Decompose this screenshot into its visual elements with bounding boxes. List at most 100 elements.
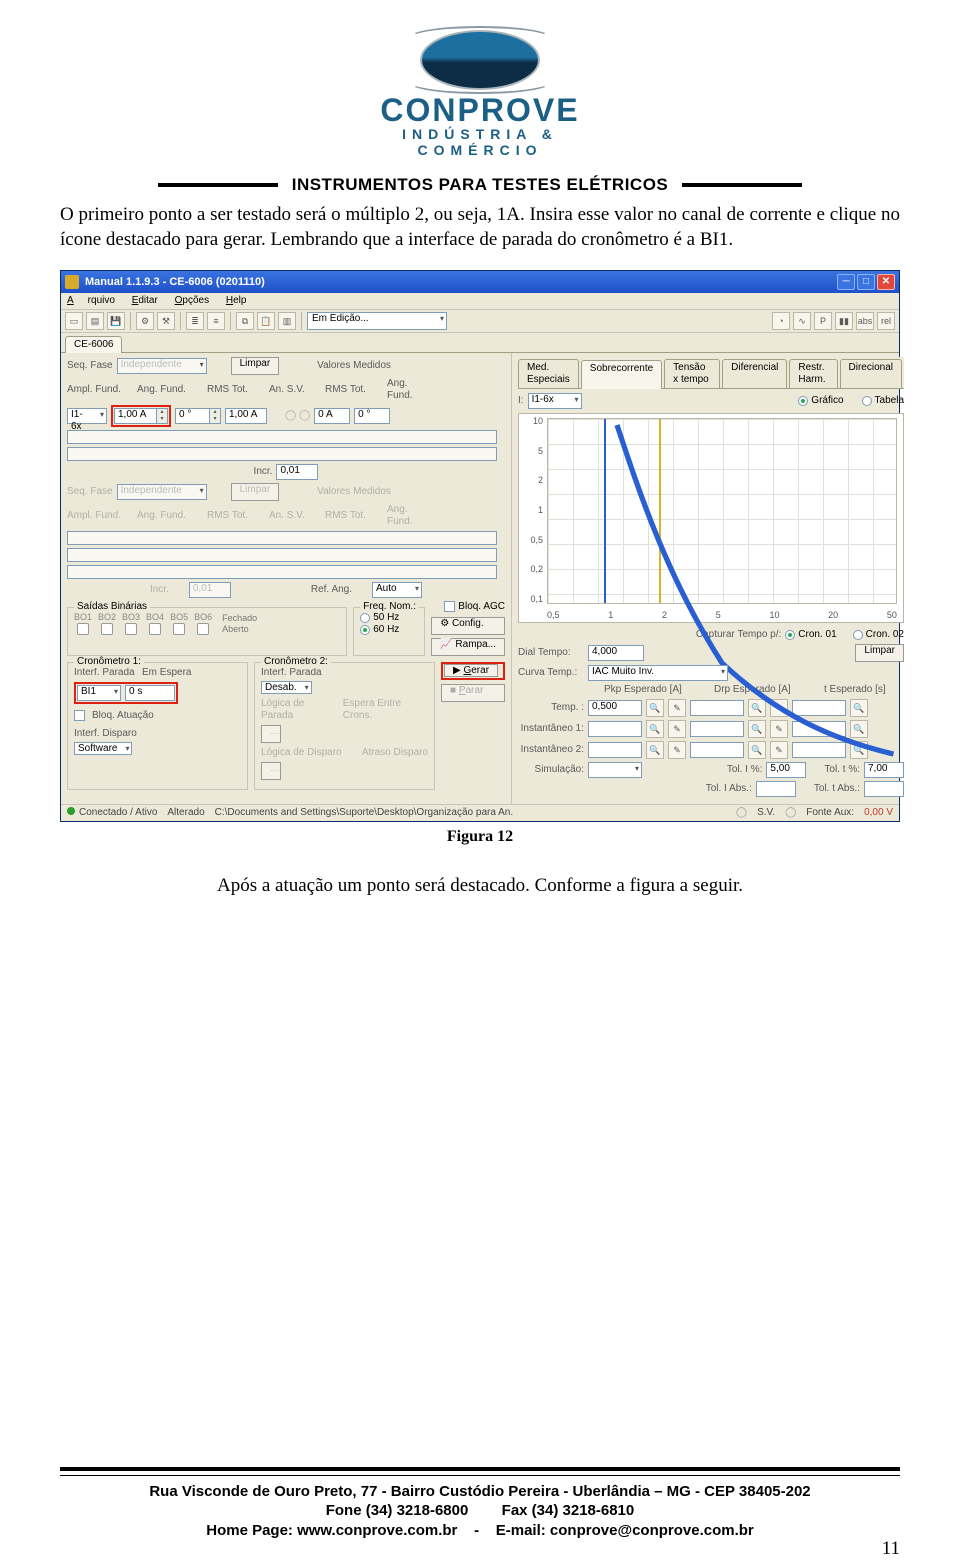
bloq-agc-check[interactable] [444, 601, 455, 612]
bo1-toggle[interactable] [77, 623, 89, 635]
close-button[interactable]: ✕ [877, 274, 895, 290]
curva-temp-select[interactable]: IAC Muito Inv. [588, 665, 728, 681]
edit-icon-5[interactable]: ✎ [770, 720, 788, 738]
refang-select[interactable]: Auto [372, 582, 422, 598]
edit-icon-2[interactable]: ✎ [770, 699, 788, 717]
tab-diferencial[interactable]: Diferencial [722, 359, 787, 388]
software-select[interactable]: Software [74, 742, 132, 755]
search-icon[interactable]: 🔍 [646, 699, 664, 717]
tab-device[interactable]: CE-6006 [65, 336, 122, 353]
bo5-toggle[interactable] [173, 623, 185, 635]
bo2-toggle[interactable] [101, 623, 113, 635]
dial-tempo-input[interactable]: 4,000 [588, 645, 644, 661]
inst1-pkp[interactable] [588, 721, 642, 737]
cron02-radio[interactable] [853, 630, 863, 640]
col-ang2: Ang. Fund. [387, 378, 435, 402]
search-icon-4[interactable]: 🔍 [646, 720, 664, 738]
tab-direcional[interactable]: Direcional [840, 359, 902, 388]
drp-input[interactable] [690, 700, 744, 716]
view-grafico-radio[interactable] [798, 396, 808, 406]
bi1-select[interactable]: BI1 [77, 685, 121, 701]
menu-arquivo[interactable]: Arquivo [67, 295, 115, 306]
tol-t-pct-input[interactable]: 7,00 [864, 762, 904, 778]
menu-opcoes[interactable]: Opções [175, 295, 209, 306]
temp-input[interactable]: 0,500 [588, 700, 642, 716]
cfg2-icon[interactable]: ⚒ [157, 312, 175, 330]
paragraph-intro: O primeiro ponto a ser testado será o mú… [60, 203, 900, 252]
cron01-radio[interactable] [785, 630, 795, 640]
tol-i-pct-input[interactable]: 5,00 [766, 762, 806, 778]
menu-help[interactable]: Help [226, 295, 247, 306]
wave-icon[interactable]: ∿ [793, 312, 811, 330]
tab-restr-harm[interactable]: Restr. Harm. [789, 359, 837, 388]
inst2-pkp[interactable] [588, 742, 642, 758]
tab-sobrecorrente[interactable]: Sobrecorrente [581, 360, 662, 389]
minimize-button[interactable]: ─ [837, 274, 855, 290]
bars-icon[interactable]: ▮▮ [835, 312, 853, 330]
list-icon[interactable]: ≣ [186, 312, 204, 330]
search-icon-8[interactable]: 🔍 [748, 741, 766, 759]
tab-med-especiais[interactable]: Med. Especiais [518, 359, 579, 388]
xtick: 10 [769, 610, 779, 621]
ampl-input[interactable]: 1,00 A [114, 408, 156, 424]
seq-fase-select[interactable]: Independente [117, 358, 207, 374]
edit-icon-8[interactable]: ✎ [770, 741, 788, 759]
limpar-button[interactable]: Limpar [231, 357, 280, 375]
tol-t-abs-input[interactable] [864, 781, 904, 797]
ang-input[interactable]: 0 ° [175, 408, 209, 424]
maximize-button[interactable]: □ [857, 274, 875, 290]
bloq-atuacao-check[interactable] [74, 710, 85, 721]
search-icon-9[interactable]: 🔍 [850, 741, 868, 759]
rel-icon[interactable]: rel [877, 312, 895, 330]
inst2-drp[interactable] [690, 742, 744, 758]
status-path: C:\Documents and Settings\Suporte\Deskto… [215, 807, 726, 819]
abs-icon[interactable]: abs [856, 312, 874, 330]
rampa-button[interactable]: 📈 Rampa... [431, 638, 505, 656]
simulacao-select[interactable] [588, 762, 642, 778]
bo3-toggle[interactable] [125, 623, 137, 635]
menu-editar[interactable]: Editar [132, 295, 158, 306]
tesp-input[interactable] [792, 700, 846, 716]
new-icon[interactable]: ▭ [65, 312, 83, 330]
xtick: 50 [887, 610, 897, 621]
aberto-label: Aberto [222, 624, 257, 635]
search-icon-6[interactable]: 🔍 [850, 720, 868, 738]
bo6-toggle[interactable] [197, 623, 209, 635]
header-rule-right [682, 183, 802, 187]
inst1-t[interactable] [792, 721, 846, 737]
tol-i-abs-input[interactable] [756, 781, 796, 797]
paste-icon[interactable]: 📋 [257, 312, 275, 330]
channel-select[interactable]: I1-6x [67, 408, 107, 424]
edit-icon-4[interactable]: ✎ [668, 720, 686, 738]
edit-status-dropdown[interactable]: Em Edição... [307, 312, 447, 330]
list2-icon[interactable]: ≡ [207, 312, 225, 330]
search-icon-2[interactable]: 🔍 [748, 699, 766, 717]
search-icon-7[interactable]: 🔍 [646, 741, 664, 759]
edit-icon[interactable]: ✎ [668, 699, 686, 717]
crono2-select[interactable]: Desab. [261, 681, 312, 694]
save-icon[interactable]: 💾 [107, 312, 125, 330]
bo1-label: BO1 [74, 612, 92, 623]
bo4-toggle[interactable] [149, 623, 161, 635]
freq-60-radio[interactable] [360, 625, 370, 635]
copy-icon[interactable]: ⧉ [236, 312, 254, 330]
inst2-t[interactable] [792, 742, 846, 758]
search-icon-3[interactable]: 🔍 [850, 699, 868, 717]
clock-icon[interactable]: ◔ [772, 312, 790, 330]
tab-tensao-tempo[interactable]: Tensão x tempo [664, 359, 720, 388]
gerar-button[interactable]: ▶ Gerar [444, 664, 498, 677]
limpar2-button[interactable]: Limpar [855, 644, 904, 662]
doc-icon[interactable]: ▥ [278, 312, 296, 330]
incr-input[interactable]: 0,01 [276, 464, 318, 480]
I-select[interactable]: I1-6x [528, 393, 582, 409]
search-icon-5[interactable]: 🔍 [748, 720, 766, 738]
config-button[interactable]: ⚙ Config. [431, 617, 505, 635]
freq-50-radio[interactable] [360, 613, 370, 623]
open-icon[interactable]: ▤ [86, 312, 104, 330]
inst1-drp[interactable] [690, 721, 744, 737]
p-icon[interactable]: P [814, 312, 832, 330]
gear-icon[interactable]: ⚙ [136, 312, 154, 330]
edit-icon-7[interactable]: ✎ [668, 741, 686, 759]
bi1-highlight: BI1 0 s [74, 682, 178, 704]
view-tabela-radio[interactable] [862, 396, 872, 406]
